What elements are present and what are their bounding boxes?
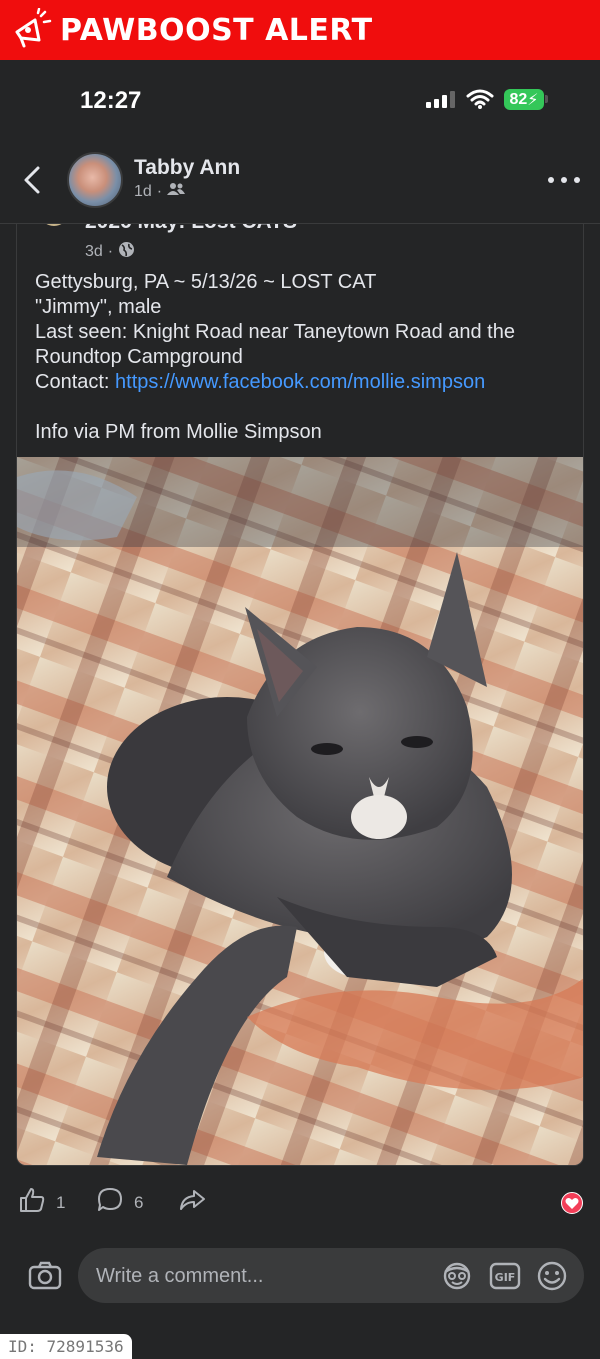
megaphone-icon (8, 7, 54, 53)
cat-photo[interactable] (17, 457, 583, 1165)
like-count: 1 (56, 1192, 66, 1212)
contact-line: Contact: https://www.facebook.com/mollie… (35, 370, 575, 395)
meta-dot: · (107, 243, 114, 260)
status-bar: 12:27 82 ⚡ (0, 60, 600, 140)
globe-icon (118, 241, 135, 263)
avatar-sticker-icon[interactable] (440, 1260, 474, 1297)
cellular-signal-icon (426, 90, 455, 108)
like-action[interactable]: 1 (18, 1186, 65, 1219)
post-age[interactable]: 1d (134, 183, 152, 201)
post-header: Tabby Ann 1d · (0, 140, 600, 224)
author-avatar[interactable] (67, 152, 123, 208)
author-name[interactable]: Tabby Ann (134, 156, 240, 180)
group-avatar[interactable] (39, 224, 69, 228)
status-time: 12:27 (80, 87, 142, 114)
love-reaction-icon[interactable] (561, 1192, 583, 1214)
post-line: Gettysburg, PA ~ 5/13/26 ~ LOST CAT (35, 271, 377, 293)
charging-bolt-icon: ⚡ (527, 91, 539, 109)
contact-link[interactable]: https://www.facebook.com/mollie.simpson (115, 371, 485, 393)
post-line: "Jimmy", male (35, 296, 162, 318)
contact-label: Contact: (35, 371, 116, 393)
meta-dot: · (156, 182, 163, 200)
comment-icon (96, 1186, 124, 1219)
post-line: Roundtop Campground (35, 346, 243, 368)
svg-text:GIF: GIF (495, 1271, 516, 1284)
friends-icon (167, 182, 186, 201)
comment-placeholder: Write a comment... (96, 1265, 264, 1287)
info-line: Info via PM from Mollie Simpson (35, 421, 322, 443)
alert-title: PAWBOOST ALERT (60, 12, 373, 48)
wifi-icon (466, 88, 494, 115)
battery-level: 82 (509, 90, 528, 108)
pawboost-alert-bar: PAWBOOST ALERT (0, 0, 600, 60)
group-title[interactable]: 2026 May: Lost CATS (85, 224, 297, 234)
comment-input[interactable]: Write a comment... GIF (78, 1248, 584, 1303)
post-meta: 1d · (134, 182, 186, 201)
shared-post-age[interactable]: 3d (85, 243, 103, 261)
camera-icon[interactable] (28, 1260, 62, 1295)
comment-count: 6 (134, 1192, 144, 1212)
shared-post-meta: 3d · (85, 241, 135, 263)
like-icon (18, 1186, 46, 1219)
battery-tip (545, 95, 548, 103)
emoji-icon[interactable] (535, 1260, 569, 1297)
comment-action[interactable]: 6 (96, 1186, 143, 1219)
post-line: Last seen: Knight Road near Taneytown Ro… (35, 321, 515, 343)
listing-id: ID: 72891536 (0, 1334, 132, 1359)
battery-indicator: 82 ⚡ (504, 89, 544, 110)
post-body: Gettysburg, PA ~ 5/13/26 ~ LOST CAT "Jim… (35, 270, 575, 445)
gif-icon[interactable]: GIF (488, 1260, 522, 1297)
comment-bar: Write a comment... GIF (0, 1240, 600, 1310)
shared-post-card[interactable]: 2026 May: Lost CATS 3d · Gettysburg, PA … (16, 224, 584, 1166)
share-action[interactable] (178, 1186, 206, 1219)
more-options-button[interactable] (548, 166, 580, 194)
back-button[interactable] (20, 162, 46, 198)
share-icon (178, 1186, 206, 1219)
post-actions: 1 6 (0, 1178, 600, 1226)
